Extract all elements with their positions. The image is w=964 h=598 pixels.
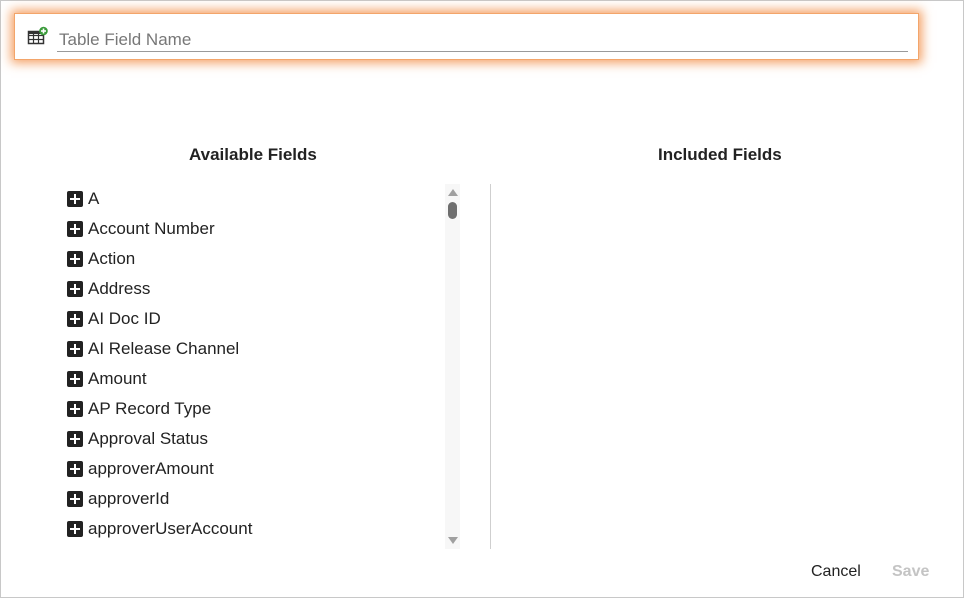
available-fields-list: A Account Number Action Address AI Doc I…: [67, 184, 447, 549]
scroll-thumb[interactable]: [448, 202, 457, 219]
save-button[interactable]: Save: [892, 563, 929, 581]
available-fields-scrollbar[interactable]: [445, 184, 460, 549]
field-label: AI Doc ID: [88, 309, 161, 328]
plus-square-icon[interactable]: [67, 191, 83, 207]
list-item[interactable]: Address: [67, 274, 447, 304]
plus-square-icon[interactable]: [67, 371, 83, 387]
plus-square-icon[interactable]: [67, 521, 83, 537]
table-field-name-box: [14, 13, 919, 60]
field-label: approverId: [88, 489, 170, 508]
table-field-name-input[interactable]: [57, 28, 908, 52]
field-label: Amount: [88, 369, 147, 388]
column-divider: [490, 184, 491, 549]
cancel-button[interactable]: Cancel: [811, 563, 861, 581]
field-label: AI Release Channel: [88, 339, 240, 358]
table-add-icon: [27, 26, 49, 46]
scroll-up-arrow-icon[interactable]: [448, 189, 458, 196]
field-label: Action: [88, 249, 136, 268]
field-label: A: [88, 189, 100, 208]
plus-square-icon[interactable]: [67, 431, 83, 447]
table-field-dialog: Available Fields Included Fields A Accou…: [0, 0, 964, 598]
field-label: AP Record Type: [88, 399, 212, 418]
list-item[interactable]: AI Doc ID: [67, 304, 447, 334]
plus-square-icon[interactable]: [67, 251, 83, 267]
available-fields-heading: Available Fields: [189, 145, 317, 164]
plus-square-icon[interactable]: [67, 341, 83, 357]
list-item[interactable]: approverId: [67, 484, 447, 514]
field-label: approverAmount: [88, 459, 214, 478]
list-item[interactable]: AP Record Type: [67, 394, 447, 424]
plus-square-icon[interactable]: [67, 461, 83, 477]
field-label: Account Number: [88, 219, 215, 238]
field-label: Address: [88, 279, 151, 298]
plus-square-icon[interactable]: [67, 221, 83, 237]
plus-square-icon[interactable]: [67, 311, 83, 327]
field-label: approverUserAccount: [88, 519, 253, 538]
list-item[interactable]: Account Number: [67, 214, 447, 244]
list-item[interactable]: approverAmount: [67, 454, 447, 484]
plus-square-icon[interactable]: [67, 491, 83, 507]
scroll-down-arrow-icon[interactable]: [448, 537, 458, 544]
list-item[interactable]: approverUserAccount: [67, 514, 447, 544]
list-item[interactable]: A: [67, 184, 447, 214]
plus-square-icon[interactable]: [67, 401, 83, 417]
included-fields-heading: Included Fields: [658, 145, 782, 164]
list-item[interactable]: Action: [67, 244, 447, 274]
plus-square-icon[interactable]: [67, 281, 83, 297]
list-item[interactable]: Approval Status: [67, 424, 447, 454]
included-fields-list: [501, 184, 941, 549]
list-item[interactable]: Amount: [67, 364, 447, 394]
list-item[interactable]: AI Release Channel: [67, 334, 447, 364]
field-label: Approval Status: [88, 429, 209, 448]
